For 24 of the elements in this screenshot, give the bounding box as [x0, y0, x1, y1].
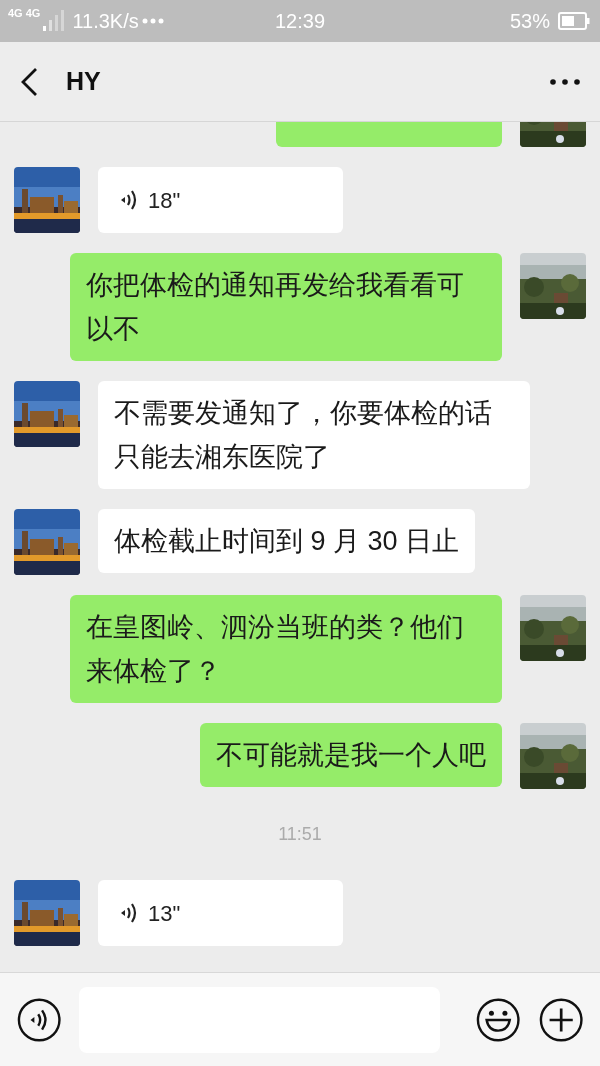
message-bubble: 你把体检的通知再发给我看看可以不 — [70, 253, 502, 361]
message-bubble: 在皇图岭、泗汾当班的类？他们来体检了？ — [70, 595, 502, 703]
battery-percent: 53% — [509, 9, 550, 34]
voice-message[interactable]: 13" — [98, 880, 343, 946]
message-bubble: 体检截止时间到 9 月 30 日止 — [98, 509, 476, 573]
voice-wave-icon — [120, 901, 138, 925]
network-label: 4G — [8, 8, 23, 19]
network-label: 4G — [25, 8, 41, 19]
message-bubble: 不需要发通知了，你要体检的话只能去湘东医院了 — [98, 381, 530, 489]
message-bubble: 不可能就是我一个人吧 — [200, 723, 502, 787]
voice-message[interactable]: 18" — [98, 167, 343, 233]
emoji-icon[interactable] — [476, 996, 521, 1043]
timestamp: 11:51 — [277, 823, 323, 846]
plus-icon[interactable] — [538, 996, 583, 1043]
more-notifications-icon — [141, 18, 164, 24]
battery-icon — [558, 12, 590, 30]
network-speed: 11.3K/s — [72, 9, 139, 34]
voice-input-icon[interactable] — [17, 996, 62, 1043]
chat-title: HY — [66, 65, 102, 97]
signal-icon — [43, 10, 66, 32]
clock: 12:39 — [273, 9, 327, 34]
back-icon[interactable] — [20, 66, 38, 97]
more-icon[interactable] — [550, 78, 580, 85]
voice-wave-icon — [120, 188, 138, 212]
